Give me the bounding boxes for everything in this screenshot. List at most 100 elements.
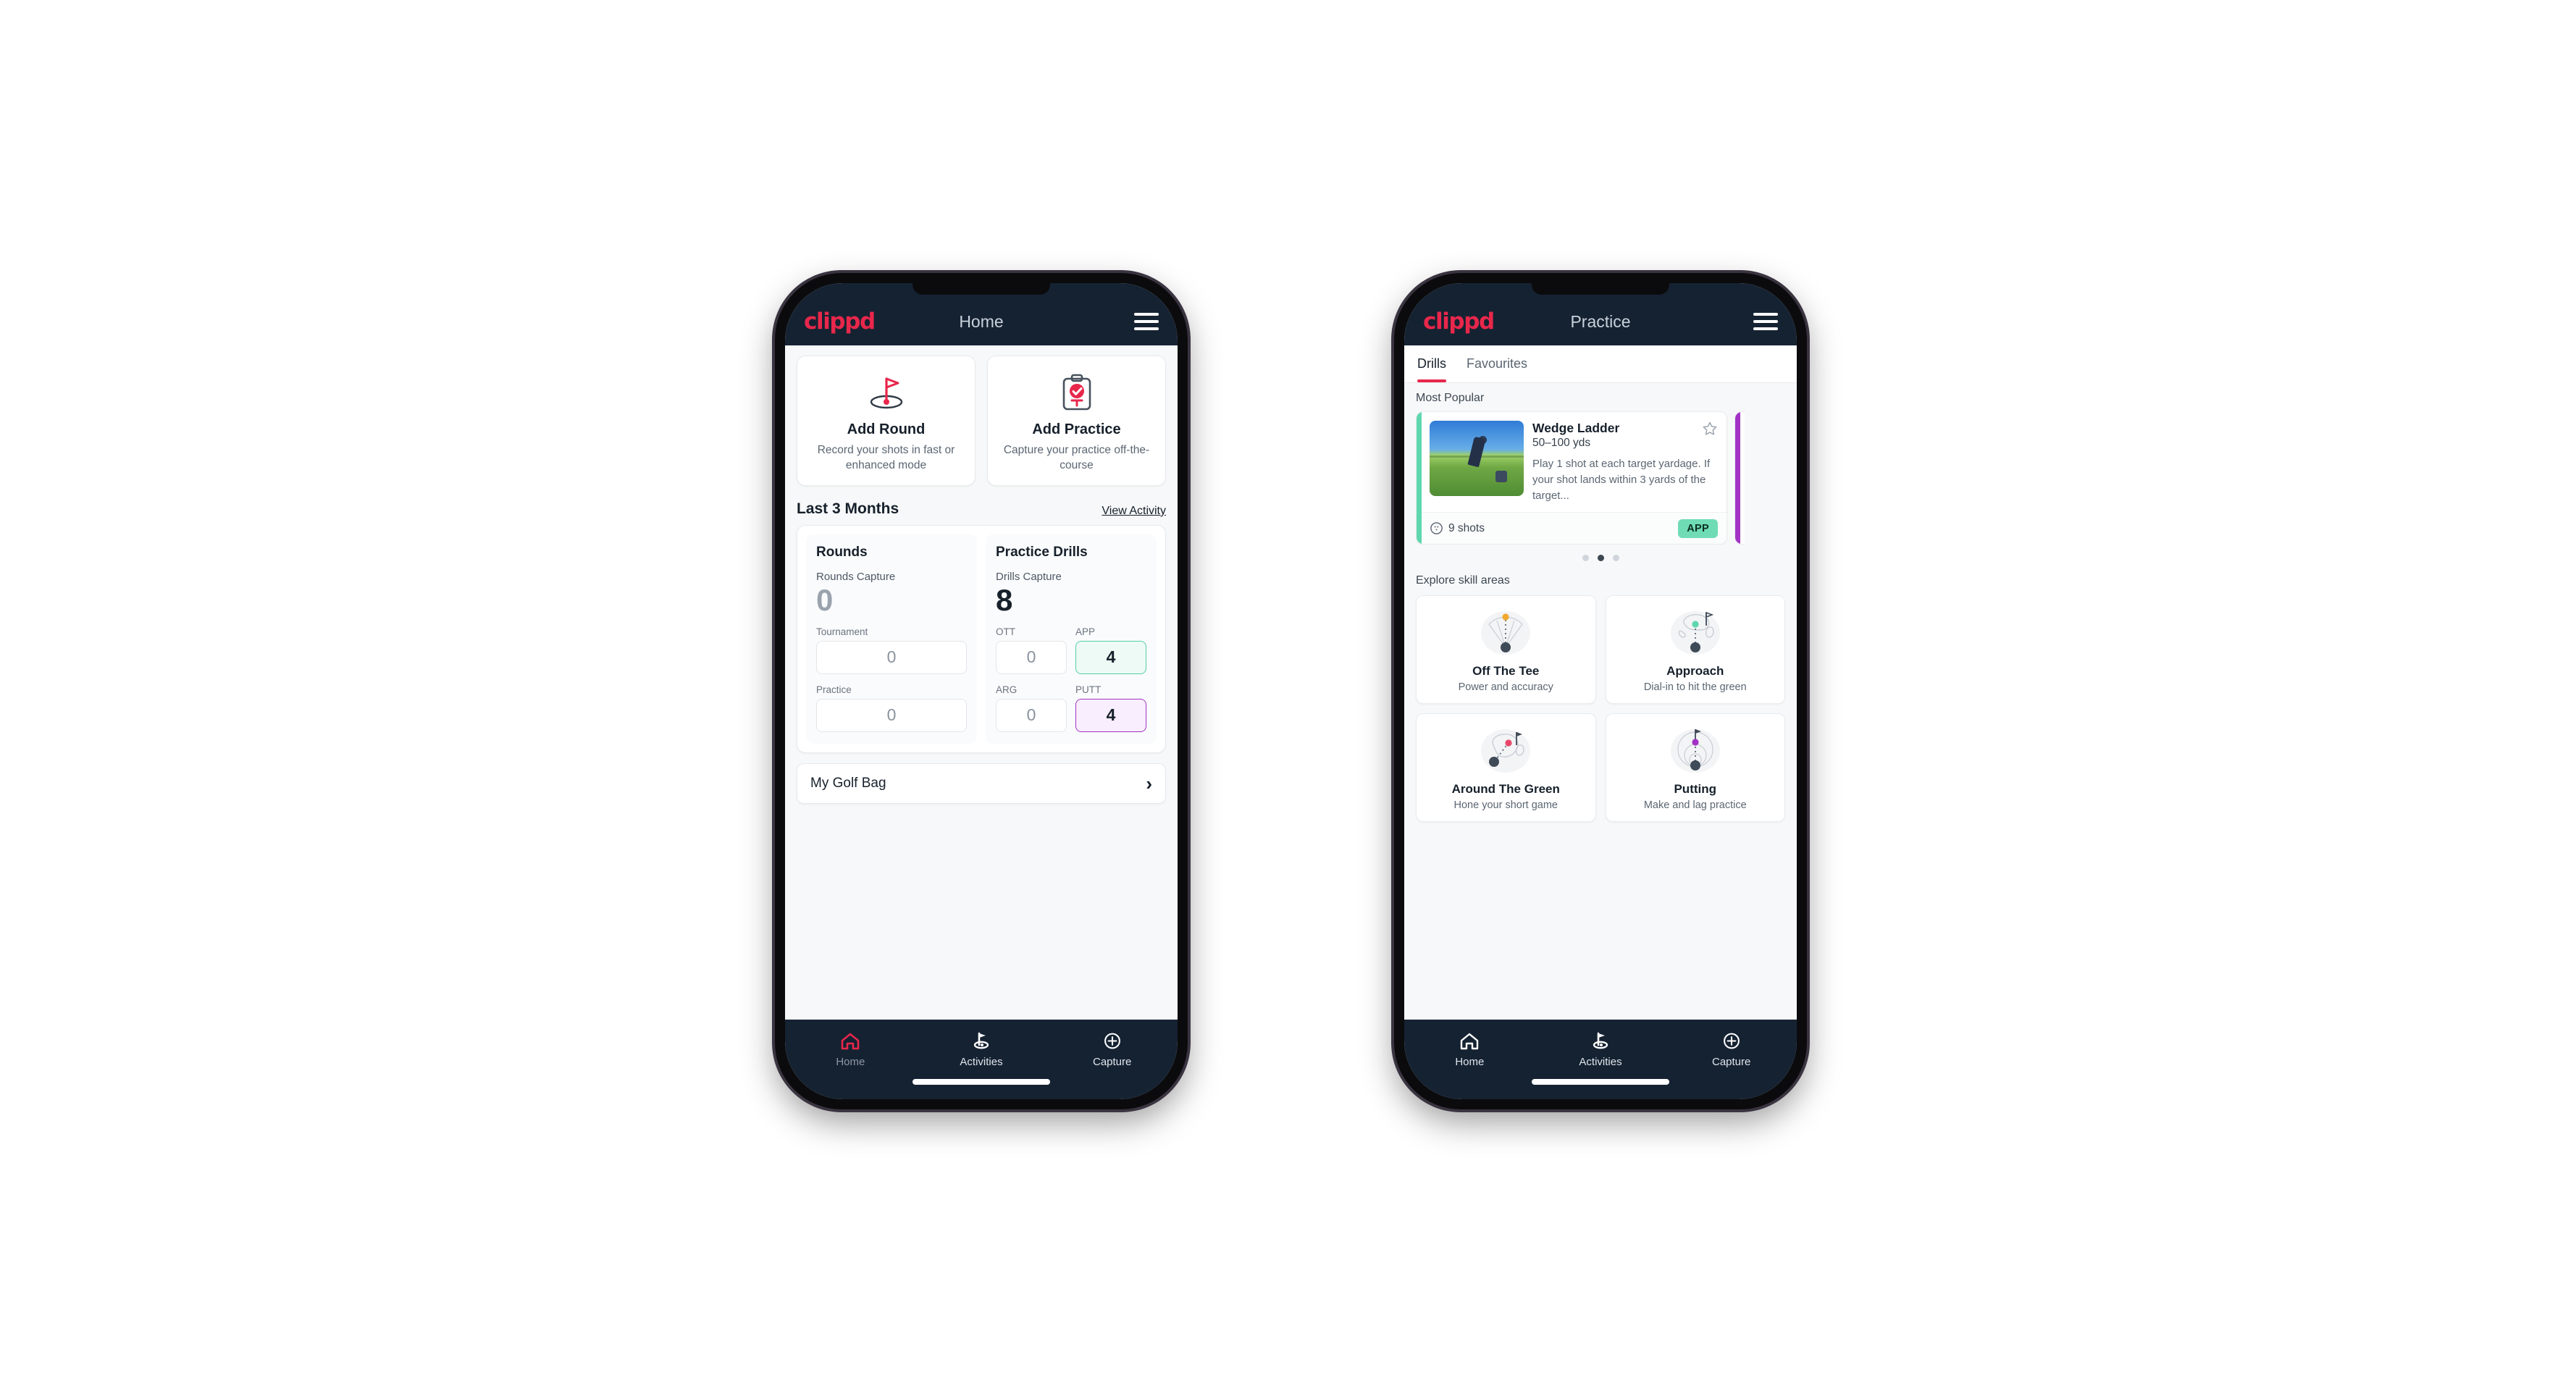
- nav-capture-label: Capture: [1711, 1056, 1751, 1068]
- drill-card-wedge-ladder[interactable]: Wedge Ladder 50–100 yds Play 1 shot at e…: [1416, 411, 1727, 545]
- practice-bottom-nav: Home Activities Capture: [1404, 1020, 1797, 1099]
- drills-capture-value: 8: [996, 582, 1013, 617]
- my-golf-bag-row[interactable]: My Golf Bag ›: [797, 763, 1166, 804]
- stats-card: Rounds Rounds Capture 0 Tournament 0 Pra…: [797, 524, 1166, 753]
- nav-activities-label: Activities: [960, 1056, 1003, 1068]
- practice-body: Most Popular Wedge Ladder 50–100 yds Pla…: [1404, 383, 1797, 1020]
- hamburger-icon[interactable]: [1134, 313, 1159, 330]
- golf-flag-hole-icon: [805, 371, 968, 414]
- drill-yardage: 50–100 yds: [1532, 437, 1591, 449]
- home-icon: [842, 1033, 860, 1050]
- drill-accent-bar: [1417, 412, 1422, 545]
- drill-carousel[interactable]: Wedge Ladder 50–100 yds Play 1 shot at e…: [1416, 411, 1785, 545]
- practice-label: Practice: [816, 684, 852, 695]
- skill-title: Approach: [1666, 664, 1724, 679]
- skill-card-putting[interactable]: Putting Make and lag practice: [1605, 713, 1785, 823]
- tab-drills[interactable]: Drills: [1417, 345, 1446, 382]
- screenshot-canvas: clippd Home Add Round Record your shots …: [0, 0, 2576, 1386]
- skill-card-off-the-tee[interactable]: Off The Tee Power and accuracy: [1416, 595, 1596, 705]
- most-popular-heading: Most Popular: [1416, 392, 1485, 404]
- add-practice-subtitle: Capture your practice off-the-course: [1003, 444, 1150, 471]
- putt-label: PUTT: [1075, 684, 1102, 695]
- nav-activities[interactable]: Activities: [1535, 1031, 1666, 1068]
- tab-favourites[interactable]: Favourites: [1467, 345, 1527, 382]
- ott-value[interactable]: 0: [996, 640, 1067, 674]
- carousel-dot-3[interactable]: [1612, 555, 1619, 562]
- drill-thumbnail: [1430, 421, 1524, 496]
- drill-shots: 9 shots: [1430, 521, 1485, 535]
- drill-card-next-peek[interactable]: [1734, 411, 1745, 545]
- skill-title: Putting: [1674, 782, 1717, 797]
- home-bottom-nav: Home Activities Capture: [785, 1020, 1178, 1099]
- add-round-title: Add Round: [847, 421, 926, 437]
- skill-areas-heading: Explore skill areas: [1416, 574, 1510, 587]
- drill-category-badge: APP: [1678, 518, 1718, 538]
- nav-activities[interactable]: Activities: [916, 1031, 1047, 1068]
- chevron-right-icon: ›: [1146, 772, 1152, 794]
- golf-ball-icon: [1430, 522, 1443, 535]
- arg-label: ARG: [996, 684, 1018, 695]
- skill-card-around-the-green[interactable]: Around The Green Hone your short game: [1416, 713, 1596, 823]
- section-title: Last 3 Months: [797, 500, 899, 517]
- practice-value[interactable]: 0: [816, 698, 967, 732]
- drill-shots-label: 9 shots: [1448, 521, 1485, 534]
- plus-circle-icon: [1104, 1033, 1120, 1049]
- phone-notch: [1532, 283, 1669, 295]
- nav-home[interactable]: Home: [785, 1031, 916, 1068]
- practice-screen: clippd Practice Drills Favourites Most P…: [1404, 283, 1797, 1099]
- nav-capture-label: Capture: [1092, 1056, 1132, 1068]
- clipboard-check-tee-icon: [995, 371, 1158, 414]
- skill-title: Off The Tee: [1472, 664, 1540, 679]
- nav-capture[interactable]: Capture: [1046, 1031, 1178, 1068]
- putt-value[interactable]: 4: [1075, 698, 1146, 732]
- arg-value[interactable]: 0: [996, 698, 1067, 732]
- home-icon: [1461, 1033, 1479, 1050]
- carousel-dot-1[interactable]: [1582, 555, 1589, 562]
- tournament-value[interactable]: 0: [816, 640, 967, 674]
- tournament-label: Tournament: [816, 626, 868, 637]
- practice-drills-column: Practice Drills Drills Capture 8 OTT 0 A…: [986, 534, 1157, 744]
- phone-home: clippd Home Add Round Record your shots …: [775, 273, 1188, 1109]
- tee-shot-dispersion-icon: [1422, 605, 1590, 660]
- add-practice-card[interactable]: Add Practice Capture your practice off-t…: [987, 356, 1166, 486]
- nav-home-label: Home: [836, 1056, 865, 1068]
- home-indicator: [1532, 1079, 1669, 1085]
- phone-practice: clippd Practice Drills Favourites Most P…: [1394, 273, 1807, 1109]
- rounds-capture-value: 0: [816, 582, 834, 617]
- nav-capture[interactable]: Capture: [1666, 1031, 1797, 1068]
- golf-flag-icon: [1593, 1032, 1608, 1049]
- home-body: Add Round Record your shots in fast or e…: [785, 345, 1178, 1020]
- carousel-dots: [1416, 555, 1785, 562]
- quick-actions: Add Round Record your shots in fast or e…: [797, 356, 1166, 486]
- skill-title: Around The Green: [1451, 782, 1560, 797]
- add-practice-title: Add Practice: [1032, 421, 1121, 437]
- skill-areas-grid: Off The Tee Power and accuracy Approach …: [1416, 595, 1785, 823]
- golf-flag-icon: [973, 1032, 989, 1049]
- skill-card-approach[interactable]: Approach Dial-in to hit the green: [1605, 595, 1785, 705]
- rounds-column: Rounds Rounds Capture 0 Tournament 0 Pra…: [806, 534, 977, 744]
- skill-subtitle: Hone your short game: [1453, 799, 1558, 812]
- add-round-card[interactable]: Add Round Record your shots in fast or e…: [797, 356, 976, 486]
- clippd-logo[interactable]: clippd: [1423, 308, 1495, 335]
- drills-capture-label: Drills Capture: [996, 570, 1062, 583]
- nav-activities-label: Activities: [1579, 1056, 1622, 1068]
- rounds-capture-label: Rounds Capture: [816, 570, 896, 583]
- add-round-subtitle: Record your shots in fast or enhanced mo…: [817, 444, 955, 471]
- app-value[interactable]: 4: [1075, 640, 1146, 674]
- nav-home[interactable]: Home: [1404, 1031, 1535, 1068]
- clippd-logo[interactable]: clippd: [804, 308, 876, 335]
- view-activity-link[interactable]: View Activity: [1102, 505, 1166, 518]
- app-label: APP: [1075, 626, 1096, 637]
- drill-description: Play 1 shot at each target yardage. If y…: [1532, 458, 1711, 502]
- home-screen: clippd Home Add Round Record your shots …: [785, 283, 1178, 1099]
- hamburger-icon[interactable]: [1753, 313, 1778, 330]
- skill-subtitle: Make and lag practice: [1643, 799, 1747, 812]
- home-indicator: [912, 1079, 1050, 1085]
- approach-green-icon: [1612, 605, 1779, 660]
- carousel-dot-2[interactable]: [1597, 555, 1604, 562]
- drills-heading: Practice Drills: [996, 544, 1088, 560]
- star-outline-icon[interactable]: [1702, 421, 1718, 437]
- last-3-months-header: Last 3 Months View Activity: [797, 500, 1166, 518]
- plus-circle-icon: [1723, 1033, 1740, 1049]
- putting-rings-icon: [1612, 723, 1779, 778]
